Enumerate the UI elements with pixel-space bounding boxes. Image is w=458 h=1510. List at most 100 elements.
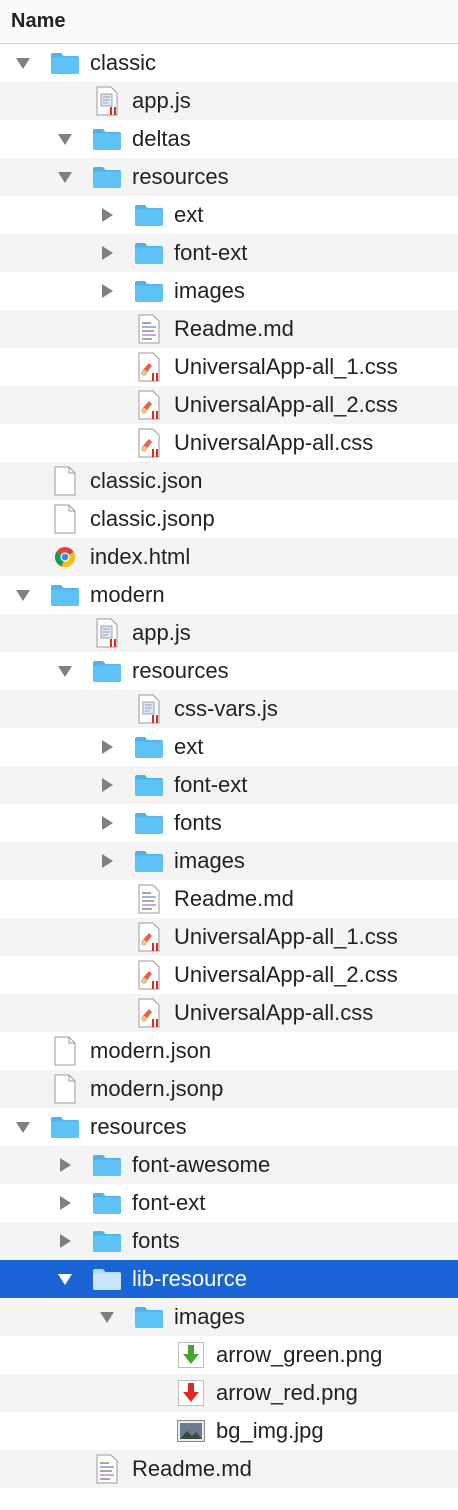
blank-file-icon [50,462,80,500]
file-tree: classic app.js deltas resources ext font-ext i… [0,44,458,1488]
tree-row[interactable]: Readme.md [0,880,458,918]
tree-item-label: modern.jsonp [90,1076,224,1101]
disclosure-collapsed-icon[interactable] [55,1222,75,1260]
tree-row[interactable]: font-awesome [0,1146,458,1184]
tree-row[interactable]: Readme.md [0,310,458,348]
text-file-icon [92,1450,122,1488]
disclosure-expanded-icon[interactable] [55,120,75,158]
text-file-icon [134,310,164,348]
disclosure-collapsed-icon[interactable] [97,728,117,766]
folder-icon [50,1108,80,1146]
tree-row[interactable]: modern.json [0,1032,458,1070]
tree-item-label: UniversalApp-all_2.css [174,392,398,417]
tree-row[interactable]: images [0,272,458,310]
tree-row[interactable]: resources [0,652,458,690]
css-file-icon [134,994,164,1032]
folder-icon [134,766,164,804]
tree-item-label: ext [174,734,204,759]
tree-row[interactable]: bg_img.jpg [0,1412,458,1450]
disclosure-collapsed-icon[interactable] [97,842,117,880]
green-down-arrow-icon [176,1336,206,1374]
tree-row[interactable]: css-vars.js [0,690,458,728]
tree-item-label: font-awesome [132,1152,271,1177]
tree-row[interactable]: resources [0,1108,458,1146]
folder-icon [134,1298,164,1336]
folder-icon [92,1146,122,1184]
folder-icon [92,652,122,690]
disclosure-expanded-icon[interactable] [13,44,33,82]
tree-row[interactable]: modern [0,576,458,614]
folder-icon [134,728,164,766]
disclosure-expanded-icon[interactable] [13,1108,33,1146]
tree-row[interactable]: UniversalApp-all_2.css [0,386,458,424]
disclosure-expanded-icon[interactable] [55,652,75,690]
red-down-arrow-icon [176,1374,206,1412]
tree-item-label: app.js [132,620,191,645]
blank-file-icon [50,500,80,538]
tree-row[interactable]: font-ext [0,1184,458,1222]
disclosure-collapsed-icon[interactable] [97,234,117,272]
folder-icon [134,234,164,272]
tree-row[interactable]: lib-resource [0,1260,458,1298]
tree-item-label: modern [90,582,165,607]
tree-row[interactable]: images [0,1298,458,1336]
image-file-icon [176,1412,206,1450]
tree-row[interactable]: UniversalApp-all.css [0,424,458,462]
tree-row[interactable]: ext [0,728,458,766]
tree-item-label: resources [132,658,229,683]
tree-item-label: Readme.md [174,316,294,341]
tree-row[interactable]: UniversalApp-all_1.css [0,918,458,956]
tree-row[interactable]: classic.jsonp [0,500,458,538]
tree-item-label: Readme.md [132,1456,252,1481]
tree-row[interactable]: font-ext [0,766,458,804]
tree-row[interactable]: font-ext [0,234,458,272]
tree-row[interactable]: UniversalApp-all_1.css [0,348,458,386]
disclosure-expanded-icon[interactable] [55,1260,75,1298]
tree-item-label: ext [174,202,204,227]
tree-row[interactable]: UniversalApp-all_2.css [0,956,458,994]
tree-item-label: images [174,1304,245,1329]
tree-row[interactable]: arrow_red.png [0,1374,458,1412]
tree-item-label: Readme.md [174,886,294,911]
script-file-icon [92,82,122,120]
tree-item-label: modern.json [90,1038,212,1063]
tree-item-label: index.html [90,544,191,569]
tree-row[interactable]: deltas [0,120,458,158]
disclosure-collapsed-icon[interactable] [97,766,117,804]
css-file-icon [134,956,164,994]
disclosure-collapsed-icon[interactable] [97,196,117,234]
tree-row[interactable]: ext [0,196,458,234]
tree-row[interactable]: app.js [0,614,458,652]
tree-row[interactable]: resources [0,158,458,196]
css-file-icon [134,386,164,424]
folder-icon [50,44,80,82]
column-header-name[interactable]: Name [0,0,458,44]
tree-row[interactable]: images [0,842,458,880]
tree-row[interactable]: UniversalApp-all.css [0,994,458,1032]
tree-row[interactable]: fonts [0,1222,458,1260]
tree-row[interactable]: classic.json [0,462,458,500]
tree-row[interactable]: fonts [0,804,458,842]
folder-icon [92,1260,122,1298]
tree-item-label: resources [132,164,229,189]
disclosure-expanded-icon[interactable] [13,576,33,614]
tree-row[interactable]: index.html [0,538,458,576]
tree-item-label: font-ext [174,240,248,265]
tree-row[interactable]: modern.jsonp [0,1070,458,1108]
tree-item-label: UniversalApp-all.css [174,430,374,455]
disclosure-collapsed-icon[interactable] [55,1184,75,1222]
disclosure-expanded-icon[interactable] [97,1298,117,1336]
tree-row[interactable]: classic [0,44,458,82]
tree-item-label: UniversalApp-all_1.css [174,924,398,949]
tree-row[interactable]: arrow_green.png [0,1336,458,1374]
disclosure-collapsed-icon[interactable] [97,272,117,310]
tree-row[interactable]: app.js [0,82,458,120]
tree-row[interactable]: Readme.md [0,1450,458,1488]
tree-item-label: UniversalApp-all_2.css [174,962,398,987]
tree-item-label: arrow_red.png [216,1380,358,1405]
folder-icon [92,1184,122,1222]
tree-item-label: UniversalApp-all.css [174,1000,374,1025]
disclosure-expanded-icon[interactable] [55,158,75,196]
disclosure-collapsed-icon[interactable] [55,1146,75,1184]
disclosure-collapsed-icon[interactable] [97,804,117,842]
